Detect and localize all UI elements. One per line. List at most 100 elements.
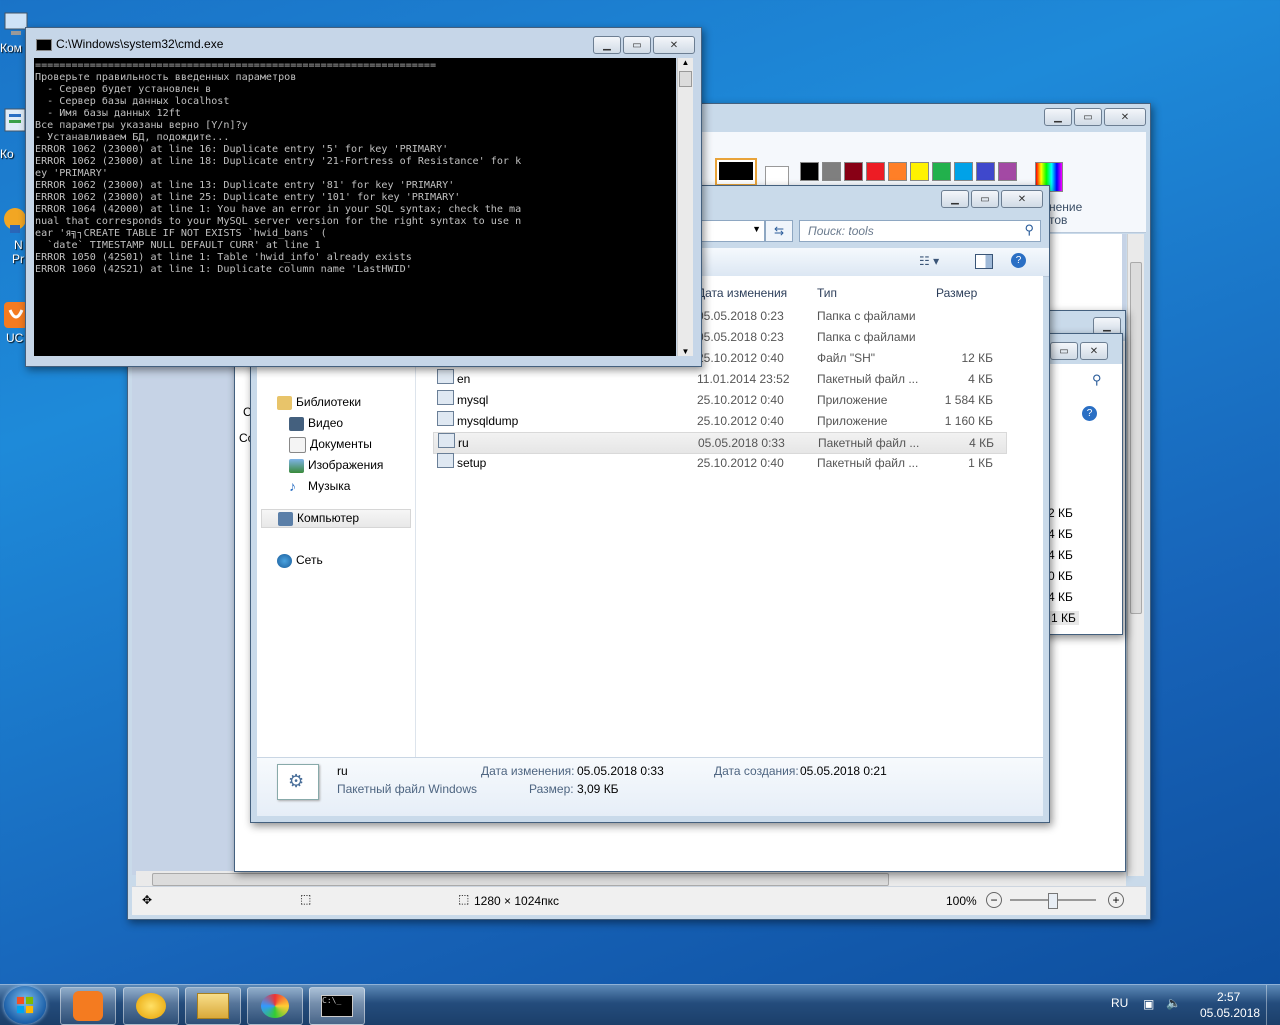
minimize-button[interactable]: ▁: [941, 190, 969, 208]
network-tray-icon[interactable]: ▣: [1143, 997, 1154, 1011]
taskbar-app[interactable]: [123, 987, 179, 1025]
nav-label: Сеть: [296, 553, 323, 567]
desktop-icon-app[interactable]: N Pr: [0, 205, 28, 266]
taskbar-paint[interactable]: [247, 987, 303, 1025]
file-row[interactable]: mysqldump 25.10.2012 0:40 Приложение 1 160 …: [433, 411, 1005, 431]
column-header-size[interactable]: Размер: [936, 286, 977, 300]
nav-network[interactable]: Сеть: [277, 551, 323, 570]
file-row[interactable]: en 11.01.2014 23:52 Пакетный файл ... 4 КБ: [433, 369, 1005, 389]
maximize-button[interactable]: ▭: [971, 190, 999, 208]
color-swatch[interactable]: [998, 162, 1017, 181]
file-row[interactable]: mysql 25.10.2012 0:40 Приложение 1 584 КБ: [433, 390, 1005, 410]
column-header-date[interactable]: Дата изменения: [697, 286, 787, 300]
help-icon[interactable]: ?: [1082, 406, 1097, 421]
desktop-icon-computer[interactable]: Ком: [0, 10, 28, 55]
zoom-slider[interactable]: [1010, 893, 1096, 909]
search-icon[interactable]: ⚲: [1092, 372, 1102, 388]
show-desktop-button[interactable]: [1266, 985, 1280, 1025]
minimize-icon: ▁: [1054, 111, 1062, 123]
view-options-icon[interactable]: ☷ ▾: [919, 254, 939, 268]
nav-label: Изображения: [308, 458, 384, 472]
cmd-console[interactable]: ========================================…: [34, 58, 676, 356]
clock-time[interactable]: 2:57: [1217, 990, 1240, 1004]
application-icon: [437, 411, 454, 426]
start-button[interactable]: [4, 986, 46, 1024]
file-name: setup: [457, 456, 487, 470]
nav-libraries[interactable]: Библиотеки: [277, 393, 361, 412]
nav-images[interactable]: Изображения: [289, 456, 383, 475]
paint-caption-buttons: ▁ ▭ ✕: [1044, 108, 1146, 126]
close-button[interactable]: ✕: [1080, 342, 1108, 360]
color-swatch[interactable]: [866, 162, 885, 181]
language-indicator[interactable]: RU: [1111, 996, 1128, 1010]
nav-documents[interactable]: Документы: [289, 435, 372, 454]
minimize-button[interactable]: ▁: [593, 36, 621, 54]
close-button[interactable]: ✕: [653, 36, 695, 54]
preview-pane-icon[interactable]: [975, 254, 993, 269]
file-date: 11.01.2014 23:52: [697, 372, 790, 386]
color-swatch[interactable]: [910, 162, 929, 181]
nav-computer[interactable]: Компьютер: [261, 509, 411, 528]
nav-music[interactable]: ♪ Музыка: [289, 477, 350, 496]
close-button[interactable]: ✕: [1001, 190, 1043, 208]
horizontal-scrollbar[interactable]: [136, 871, 1126, 887]
images-icon: [289, 458, 304, 473]
taskbar-explorer[interactable]: [185, 987, 241, 1025]
desktop-icon-uc-browser[interactable]: UC: [0, 300, 28, 345]
color-swatch[interactable]: [800, 162, 819, 181]
color-swatch[interactable]: [844, 162, 863, 181]
maximize-icon: ▭: [1083, 111, 1093, 123]
partial-size-text: 4 КБ: [1048, 527, 1073, 541]
clock-date[interactable]: 05.05.2018: [1200, 1006, 1260, 1020]
nav-video[interactable]: Видео: [289, 414, 343, 433]
zoom-in-button[interactable]: +: [1108, 892, 1124, 908]
desktop-icon-control-panel[interactable]: Ко: [0, 106, 28, 161]
refresh-icon: ⇆: [773, 224, 785, 238]
network-icon: [277, 553, 292, 568]
color1-selector[interactable]: [715, 158, 757, 186]
background-window-2[interactable]: ▭ ✕ ⚲ ? 2 КБ 4 КБ 4 КБ 0 КБ 4 КБ 1 КБ: [1040, 333, 1123, 635]
partial-size-text: 2 КБ: [1048, 506, 1073, 520]
file-date: 05.05.2018 0:33: [698, 436, 785, 450]
details-created-label: Дата создания:: [714, 764, 799, 778]
taskbar-cmd[interactable]: C:\_: [309, 987, 365, 1025]
refresh-button[interactable]: ⇆: [765, 220, 793, 242]
file-row[interactable]: setup 25.10.2012 0:40 Пакетный файл ... 1 К…: [433, 453, 1005, 473]
search-input[interactable]: Поиск: tools ⚲: [799, 220, 1041, 242]
color-swatch[interactable]: [954, 162, 973, 181]
taskbar-uc-browser[interactable]: [60, 987, 116, 1025]
file-type: Приложение: [817, 393, 888, 407]
close-button[interactable]: ✕: [1104, 108, 1146, 126]
volume-tray-icon[interactable]: 🔈: [1166, 996, 1181, 1010]
maximize-button[interactable]: ▭: [623, 36, 651, 54]
color-swatch[interactable]: [888, 162, 907, 181]
color2-selector[interactable]: [765, 166, 789, 186]
file-size: 1 584 КБ: [944, 393, 993, 407]
video-icon: [289, 416, 304, 431]
color-swatch[interactable]: [822, 162, 841, 181]
cmd-window[interactable]: C:\Windows\system32\cmd.exe ▁ ▭ ✕ ======…: [25, 27, 702, 367]
address-bar[interactable]: ▼: [691, 220, 765, 242]
file-name: en: [457, 372, 471, 386]
documents-icon: [289, 436, 306, 453]
ribbon-label-partial: тов: [1049, 213, 1068, 227]
color-swatch[interactable]: [932, 162, 951, 181]
file-name: mysql: [457, 393, 489, 407]
maximize-button[interactable]: ▭: [1050, 342, 1078, 360]
file-row[interactable]: ru 05.05.2018 0:33 Пакетный файл ... 4 КБ: [433, 432, 1007, 454]
color-swatch[interactable]: [976, 162, 995, 181]
help-icon[interactable]: ?: [1011, 253, 1026, 268]
minimize-button[interactable]: ▁: [1044, 108, 1072, 126]
cmd-scrollbar[interactable]: ▲ ▼: [677, 58, 693, 356]
file-date: 05.05.2018 0:23: [697, 309, 784, 323]
zoom-out-button[interactable]: −: [986, 892, 1002, 908]
file-type: Пакетный файл ...: [817, 456, 919, 470]
windows-logo-icon: [16, 996, 34, 1014]
vertical-scrollbar[interactable]: [1127, 234, 1144, 876]
file-size: 4 КБ: [969, 436, 994, 450]
chevron-down-icon[interactable]: ▼: [752, 224, 761, 234]
column-header-type[interactable]: Тип: [817, 286, 837, 300]
cmd-caption-buttons: ▁ ▭ ✕: [593, 36, 695, 54]
folder-icon: [197, 993, 229, 1019]
maximize-button[interactable]: ▭: [1074, 108, 1102, 126]
